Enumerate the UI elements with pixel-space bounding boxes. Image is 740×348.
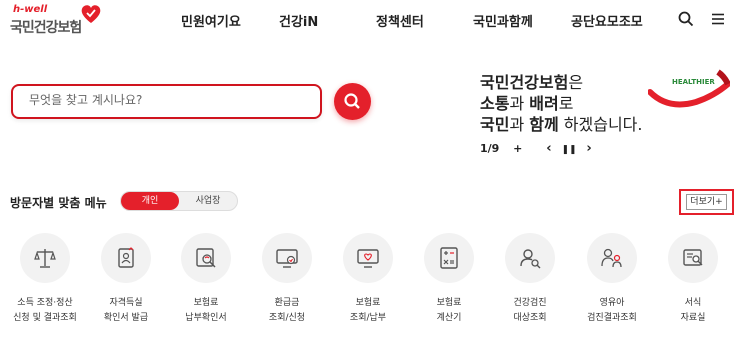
scale-icon <box>34 249 56 268</box>
nav-policy-center[interactable]: 정책센터 <box>376 11 424 30</box>
menu-label: 자격득실 확인서 발급 <box>103 298 149 323</box>
slide-plus-button[interactable]: + <box>513 142 522 155</box>
promo-line-2: 소통과 배려로 <box>480 94 574 113</box>
menu-icon-circle <box>343 233 393 283</box>
menu-icon-circle <box>101 233 151 283</box>
menu-icon-circle <box>505 233 555 283</box>
logo-small-text: h-well <box>13 4 48 15</box>
nav-health-in[interactable]: 건강iN <box>279 11 318 30</box>
search-icon[interactable] <box>677 10 695 28</box>
slide-pause-button[interactable]: ❚❚ <box>561 145 576 155</box>
toggle-business[interactable]: 사업장 <box>179 192 237 210</box>
menu-label: 보험료 조회/납부 <box>349 298 387 323</box>
menu-icon-circle <box>424 233 474 283</box>
monitor-refund-icon <box>276 249 298 268</box>
menu-icon-circle <box>587 233 637 283</box>
more-highlight-box: 더보기+ <box>679 189 734 215</box>
header: h-well 국민건강보험 민원여기요 건강iN 정책센터 국민과함께 공단요모… <box>0 0 740 40</box>
more-button[interactable]: 더보기+ <box>686 194 727 210</box>
search-input[interactable] <box>29 93 309 107</box>
toggle-personal[interactable]: 개인 <box>121 192 179 210</box>
slide-prev-button[interactable]: ‹ <box>546 141 551 156</box>
search-box <box>11 84 322 119</box>
heart-logo-icon <box>81 5 101 23</box>
menu-label: 서식 자료실 <box>680 298 706 323</box>
calculator-icon <box>440 247 458 269</box>
menu-icon-circle <box>262 233 312 283</box>
nav-with-people[interactable]: 국민과함께 <box>473 11 533 30</box>
search-button[interactable] <box>334 83 371 120</box>
promo-line-3: 국민과 함께 하겠습니다. <box>480 115 643 134</box>
promo-banner[interactable]: 국민건강보험은 소통과 배려로 국민과 함께 하겠습니다. <box>480 72 643 135</box>
slide-counter: 1/9 <box>480 142 500 155</box>
promo-line-1: 국민건강보험은 <box>480 73 584 92</box>
menu-label: 건강검진 대상조회 <box>513 298 547 323</box>
healthier-text: HEALTHIER <box>672 78 715 86</box>
section-title: 방문자별 맞춤 메뉴 <box>10 196 107 210</box>
logo-main-text: 국민건강보험 <box>10 20 82 36</box>
menu-label: 소득 조정·정산 신청 및 결과조회 <box>13 298 77 323</box>
menu-icon-circle <box>20 233 70 283</box>
slide-controls: 1/9 + ‹ ❚❚ › <box>480 141 592 156</box>
menu-label: 보험료 납부확인서 <box>185 298 227 323</box>
menu-icon-circle <box>181 233 231 283</box>
certificate-icon <box>118 247 134 268</box>
nav-minwon[interactable]: 민원여기요 <box>181 11 241 30</box>
nav-about-nhis[interactable]: 공단요모조모 <box>571 11 643 30</box>
parent-child-icon <box>601 248 622 268</box>
search-icon <box>344 93 360 109</box>
menu-label: 영유아 검진결과조회 <box>587 298 637 323</box>
slide-next-button[interactable]: › <box>586 141 591 156</box>
healthier-badge-logo: HEALTHIER <box>648 69 730 108</box>
monitor-heart-icon <box>357 249 379 268</box>
document-search-icon <box>683 249 703 266</box>
visitor-type-toggle: 개인 사업장 <box>120 191 238 211</box>
menu-label: 보험료 계산기 <box>436 298 462 323</box>
hamburger-menu-icon[interactable] <box>709 10 727 28</box>
user-search-icon <box>520 249 541 269</box>
menu-icon-circle <box>668 233 718 283</box>
menu-label: 환급금 조회/신청 <box>268 298 306 323</box>
receipt-search-icon <box>196 248 216 268</box>
nhis-logo[interactable]: h-well 국민건강보험 <box>10 4 105 36</box>
